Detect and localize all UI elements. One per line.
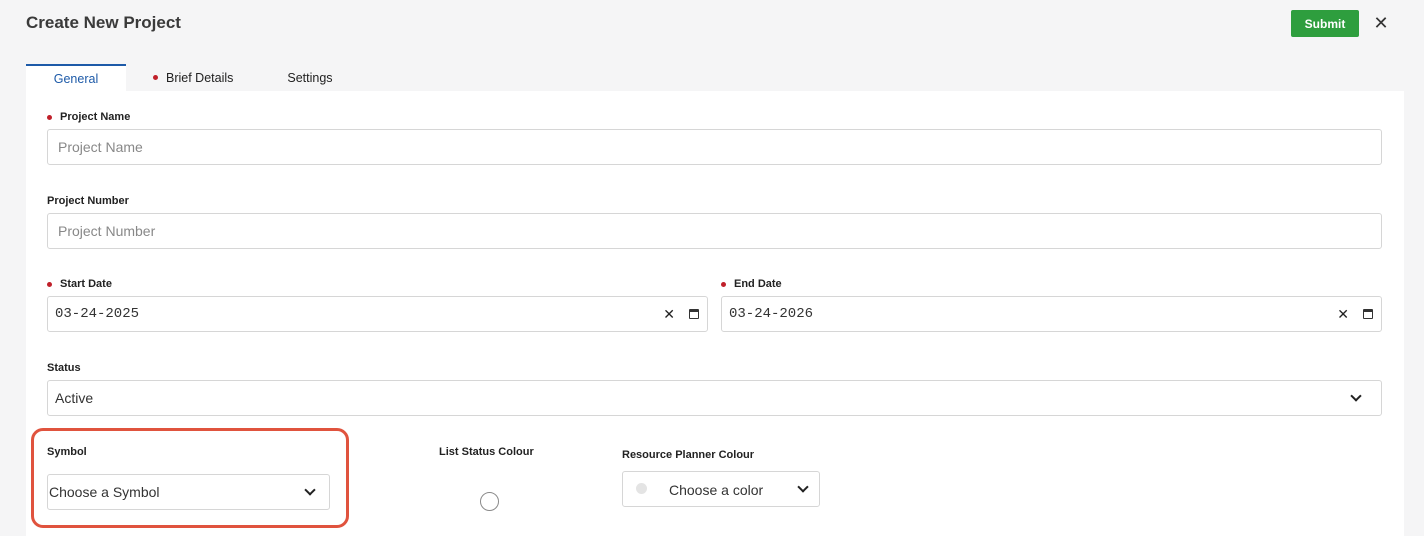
tab-general[interactable]: General	[26, 64, 126, 91]
page-title: Create New Project	[26, 13, 181, 32]
list-status-colour-radio[interactable]	[480, 492, 499, 511]
status-value: Active	[55, 390, 94, 406]
tab-general-label: General	[53, 71, 99, 86]
status-select[interactable]: Active	[47, 380, 1382, 416]
required-dot-icon	[47, 114, 52, 120]
tab-brief-details[interactable]: Brief Details	[126, 64, 261, 91]
resource-planner-colour-value: Choose a color	[669, 482, 764, 498]
required-dot-icon	[153, 75, 158, 80]
project-number-input[interactable]: Project Number	[47, 213, 1382, 249]
start-date-label: Start Date	[47, 278, 112, 290]
symbol-label: Symbol	[47, 446, 87, 458]
calendar-icon[interactable]	[1363, 309, 1373, 319]
tab-bar: General Brief Details Settings	[26, 64, 359, 91]
start-date-value: 03-24-2025	[55, 306, 140, 322]
end-date-label-text: End Date	[734, 278, 782, 290]
clear-date-icon[interactable]: ✕	[663, 306, 675, 323]
project-name-label: Project Name	[47, 111, 130, 123]
clear-date-icon[interactable]: ✕	[1337, 306, 1349, 323]
status-label: Status	[47, 362, 81, 374]
resource-planner-colour-label: Resource Planner Colour	[622, 449, 755, 461]
color-swatch-icon	[636, 483, 647, 494]
end-date-label: End Date	[721, 278, 782, 290]
project-number-label: Project Number	[47, 195, 129, 207]
end-date-value: 03-24-2026	[729, 306, 814, 322]
start-date-label-text: Start Date	[60, 278, 112, 290]
resource-planner-colour-select[interactable]: Choose a color	[622, 471, 820, 507]
chevron-down-icon	[1350, 390, 1362, 402]
chevron-down-icon	[797, 481, 809, 493]
submit-button[interactable]: Submit	[1291, 10, 1359, 37]
list-status-colour-label: List Status Colour	[439, 446, 534, 458]
required-dot-icon	[47, 281, 52, 287]
symbol-select[interactable]: Choose a Symbol	[47, 474, 330, 510]
symbol-value: Choose a Symbol	[49, 484, 160, 500]
project-name-input[interactable]: Project Name	[47, 129, 1382, 165]
end-date-input[interactable]: 03-24-2026 ✕	[721, 296, 1382, 332]
tab-brief-details-label: Brief Details	[166, 70, 234, 85]
close-icon[interactable]: ✕	[1371, 12, 1391, 34]
tab-settings[interactable]: Settings	[261, 64, 358, 91]
chevron-down-icon	[304, 484, 316, 496]
tab-settings-label: Settings	[287, 70, 333, 85]
project-name-label-text: Project Name	[60, 111, 131, 123]
required-dot-icon	[721, 281, 726, 287]
start-date-input[interactable]: 03-24-2025 ✕	[47, 296, 708, 332]
calendar-icon[interactable]	[689, 309, 699, 319]
